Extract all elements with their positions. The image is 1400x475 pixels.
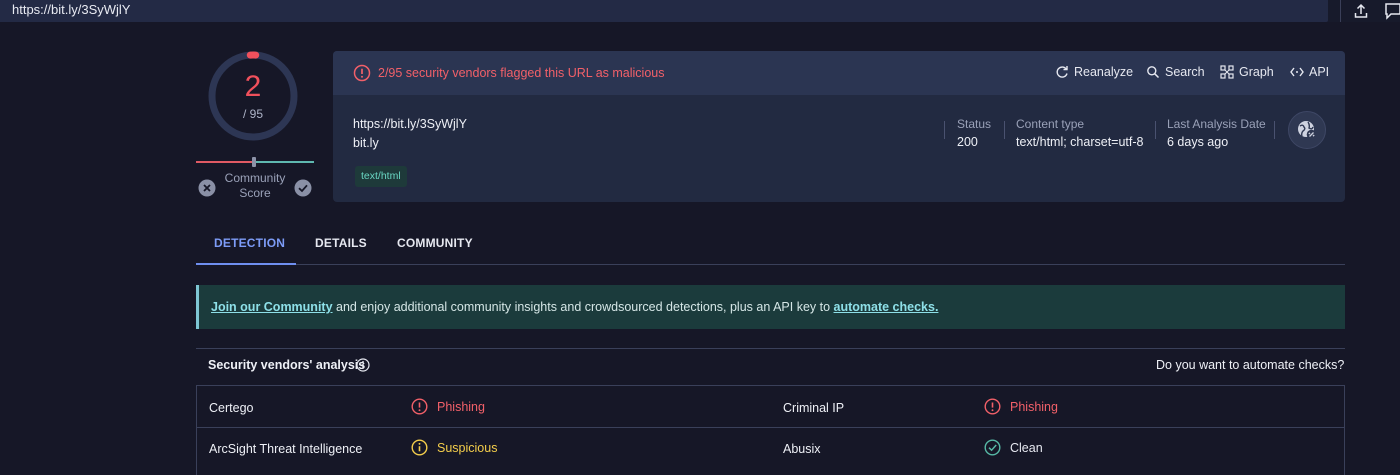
- content-type-label: Content type: [1016, 117, 1084, 131]
- community-bar-negative: [196, 161, 254, 163]
- vendors-divider: [196, 348, 1345, 349]
- malicious-alert-icon: [984, 398, 1001, 415]
- content-type-tag[interactable]: text/html: [355, 166, 407, 187]
- meta-divider: [1274, 121, 1275, 139]
- vendor-verdict-phishing: Phishing: [411, 398, 485, 415]
- community-label-line2: Score: [216, 186, 294, 201]
- verdict-label: Phishing: [1010, 400, 1058, 414]
- tab-detection[interactable]: DETECTION: [214, 236, 285, 250]
- alert-icon: [353, 64, 371, 82]
- summary-card-header: 2/95 security vendors flagged this URL a…: [333, 51, 1345, 95]
- meta-divider: [1004, 121, 1005, 139]
- search-label: Search: [1165, 65, 1205, 79]
- toolbar-divider: [1340, 0, 1341, 22]
- vendor-name: Criminal IP: [783, 401, 844, 415]
- api-code-icon: [1290, 65, 1304, 79]
- detection-score: 2 / 95: [207, 50, 299, 142]
- community-label-line1: Community: [216, 171, 294, 186]
- banner-message: and enjoy additional community insights …: [333, 300, 834, 314]
- search-button[interactable]: Search: [1146, 65, 1205, 79]
- community-score-marker: [252, 157, 256, 167]
- detection-total: / 95: [207, 107, 299, 121]
- verdict-label: Clean: [1010, 441, 1043, 455]
- address-bar-url: https://bit.ly/3SyWjlY: [12, 2, 130, 17]
- globe-link-icon: [1296, 119, 1318, 141]
- tab-details[interactable]: DETAILS: [315, 236, 367, 250]
- verdict-label: Suspicious: [437, 441, 497, 455]
- graph-button[interactable]: Graph: [1220, 65, 1274, 79]
- share-icon[interactable]: [1352, 2, 1370, 20]
- community-score-label: Community Score: [216, 171, 294, 201]
- reanalyze-label: Reanalyze: [1074, 65, 1133, 79]
- chat-icon[interactable]: [1384, 2, 1400, 20]
- vendor-verdict-phishing: Phishing: [984, 398, 1058, 415]
- detection-count: 2: [207, 70, 299, 104]
- clean-check-icon: [984, 439, 1001, 456]
- tabs-divider: [196, 264, 1345, 265]
- vendor-name: Abusix: [783, 442, 821, 456]
- vendor-name: Certego: [209, 401, 253, 415]
- vendors-table: Certego Phishing Criminal IP Phishing Ar…: [196, 385, 1345, 475]
- meta-divider: [944, 121, 945, 139]
- detection-alert: 2/95 security vendors flagged this URL a…: [378, 66, 664, 80]
- malicious-alert-icon: [411, 398, 428, 415]
- automate-checks-link[interactable]: automate checks.: [834, 300, 939, 314]
- banner-text: Join our Community and enjoy additional …: [211, 300, 938, 314]
- vendor-name: ArcSight Threat Intelligence: [209, 442, 362, 456]
- reanalyze-button[interactable]: Reanalyze: [1055, 65, 1133, 79]
- community-banner: Join our Community and enjoy additional …: [196, 285, 1345, 329]
- scanned-url: https://bit.ly/3SyWjlY: [353, 117, 467, 131]
- refresh-icon: [1055, 65, 1069, 79]
- last-analysis-value: 6 days ago: [1167, 135, 1228, 149]
- vendor-verdict-suspicious: Suspicious: [411, 439, 497, 456]
- active-tab-indicator: [196, 263, 296, 265]
- search-icon: [1146, 65, 1160, 79]
- tab-community[interactable]: COMMUNITY: [397, 236, 473, 250]
- vendors-analysis-title: Security vendors' analysis: [208, 358, 365, 372]
- vote-harmful-icon[interactable]: [198, 179, 216, 197]
- info-icon[interactable]: [356, 358, 370, 372]
- vote-harmless-icon[interactable]: [294, 179, 312, 197]
- join-community-link[interactable]: Join our Community: [211, 300, 333, 314]
- browser-toolbar: https://bit.ly/3SyWjlY: [0, 0, 1400, 22]
- address-bar[interactable]: https://bit.ly/3SyWjlY: [0, 0, 1328, 22]
- scanned-host[interactable]: bit.ly: [353, 136, 379, 150]
- status-value: 200: [957, 135, 978, 149]
- community-bar-positive: [256, 161, 314, 163]
- last-analysis-label: Last Analysis Date: [1167, 117, 1266, 131]
- summary-card: 2/95 security vendors flagged this URL a…: [333, 51, 1345, 202]
- api-label: API: [1309, 65, 1329, 79]
- vendor-verdict-clean: Clean: [984, 439, 1043, 456]
- verdict-label: Phishing: [437, 400, 485, 414]
- suspicious-info-icon: [411, 439, 428, 456]
- meta-divider: [1155, 121, 1156, 139]
- url-globe-button[interactable]: [1288, 111, 1326, 149]
- graph-label: Graph: [1239, 65, 1274, 79]
- content-type-value: text/html; charset=utf-8: [1016, 135, 1143, 149]
- graph-icon: [1220, 65, 1234, 79]
- api-button[interactable]: API: [1290, 65, 1329, 79]
- automate-checks-prompt[interactable]: Do you want to automate checks?: [1156, 358, 1344, 372]
- table-row-divider: [197, 427, 1344, 428]
- status-label: Status: [957, 117, 991, 131]
